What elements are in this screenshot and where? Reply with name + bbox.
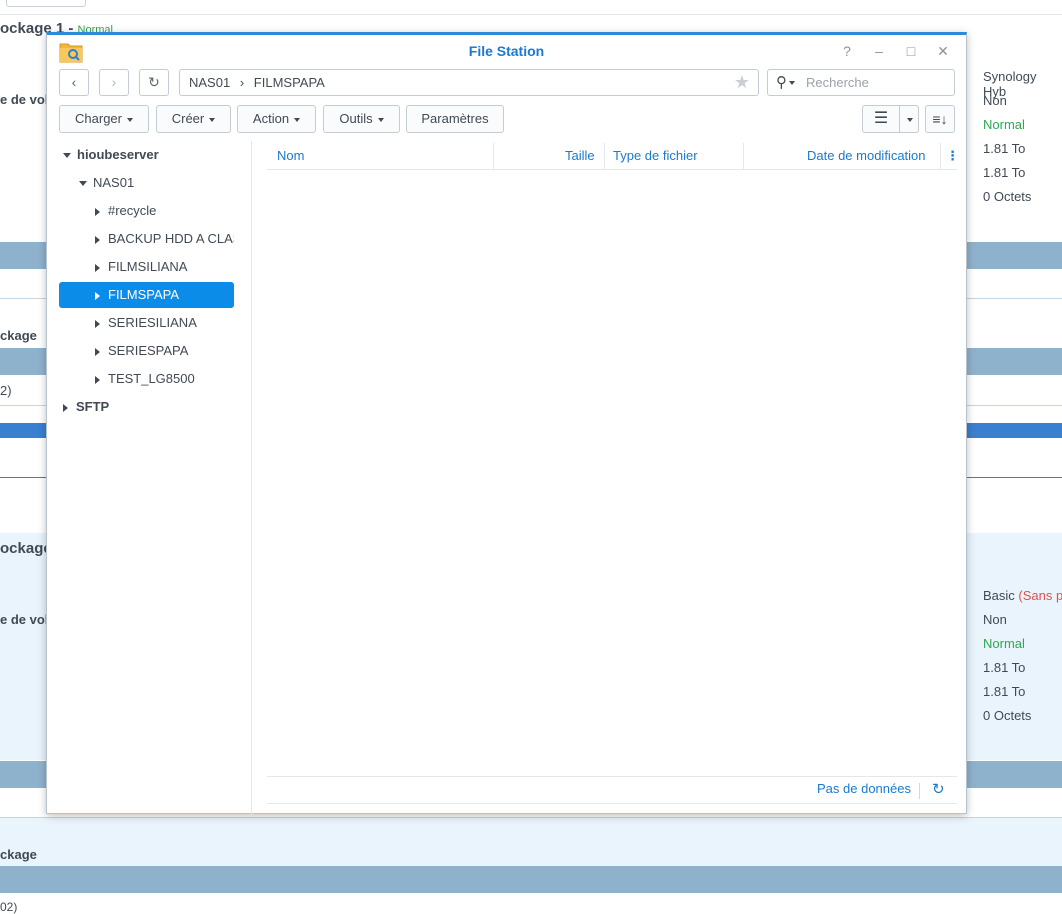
column-header-size[interactable]: Taille [565, 143, 595, 169]
refresh-icon[interactable]: ↻ [932, 780, 945, 798]
chevron-down-icon [377, 117, 384, 122]
pool1-value-used: 0 Octets [983, 189, 1032, 204]
footer-divider [267, 776, 957, 777]
search-input[interactable]: Recherche [806, 70, 869, 95]
background-row-label: ckage [0, 847, 37, 862]
pool2-value-1: Non [983, 612, 1007, 627]
chevron-down-icon [209, 117, 216, 122]
action-button[interactable]: Action [237, 105, 316, 133]
expand-right-icon[interactable] [95, 235, 100, 244]
help-icon[interactable]: ? [837, 41, 857, 61]
file-list-area[interactable] [267, 170, 957, 775]
expand-down-icon[interactable] [63, 153, 71, 159]
background-row-text: 2) [0, 383, 12, 398]
expand-right-icon[interactable] [95, 347, 100, 356]
storage-pool-2-title: ockage [0, 540, 52, 557]
path-separator: › [239, 75, 245, 90]
tree-folder-test-lg8500[interactable]: TEST_LG8500 [59, 366, 234, 392]
column-separator[interactable] [743, 143, 744, 169]
tree-folder-recycle[interactable]: #recycle [59, 198, 234, 224]
chevron-left-icon: ‹ [71, 74, 77, 90]
background-row-label: ckage [0, 328, 37, 343]
list-view-icon[interactable]: ☰ [863, 106, 899, 132]
chevron-down-icon [294, 117, 301, 122]
tools-button[interactable]: Outils [323, 105, 400, 133]
footer-separator [919, 783, 920, 799]
path-current[interactable]: FILMSPAPA [254, 75, 325, 90]
path-root[interactable]: NAS01 [189, 75, 230, 90]
tree-folder-filmsiliana[interactable]: FILMSILIANA [59, 254, 234, 280]
minimize-icon[interactable]: – [869, 41, 889, 61]
back-button[interactable]: ‹ [59, 69, 89, 96]
tree-folder-backup[interactable]: BACKUP HDD A CLASSER [59, 226, 234, 252]
refresh-button[interactable]: ↻ [139, 69, 169, 96]
column-header-modified[interactable]: Date de modification [807, 143, 926, 169]
search-icon[interactable]: ⚲ [776, 70, 795, 95]
column-separator[interactable] [493, 143, 494, 169]
upload-button[interactable]: Charger [59, 105, 149, 133]
background-row-text: 02) [0, 900, 18, 914]
expand-right-icon[interactable] [95, 291, 100, 300]
pool2-value-size: 1.81 To [983, 684, 1026, 699]
background-divider [0, 14, 1062, 15]
tree-server[interactable]: hioubeserver [63, 142, 238, 168]
pool2-value-capacity: 1.81 To [983, 660, 1026, 675]
background-panel [0, 818, 1062, 866]
tree-folder-filmspapa[interactable]: FILMSPAPA [59, 282, 234, 308]
search-box[interactable]: ⚲ Recherche [767, 69, 955, 96]
expand-down-icon[interactable] [79, 181, 87, 187]
volume-type-label: e de vol [0, 92, 49, 107]
pool1-value-status: Normal [983, 117, 1025, 132]
path-bar[interactable]: NAS01 › FILMSPAPA ★ [179, 69, 759, 96]
pool1-value-capacity: 1.81 To [983, 141, 1026, 156]
pool2-value-used: 0 Octets [983, 708, 1032, 723]
view-mode-button[interactable]: ☰ [862, 105, 919, 133]
expand-right-icon[interactable] [95, 375, 100, 384]
column-separator[interactable] [604, 143, 605, 169]
chevron-down-icon [126, 117, 133, 122]
pool1-value-size: 1.81 To [983, 165, 1026, 180]
forward-button[interactable]: › [99, 69, 129, 96]
tree-share-nas01[interactable]: NAS01 [79, 170, 254, 196]
close-icon[interactable]: ✕ [933, 41, 953, 61]
chevron-right-icon: › [111, 74, 117, 90]
tree-sftp[interactable]: SFTP [63, 394, 238, 420]
pool2-value-type: Basic (Sans p [983, 588, 1062, 603]
expand-right-icon[interactable] [95, 207, 100, 216]
background-section-bar [0, 866, 1062, 893]
tree-folder-seriespapa[interactable]: SERIESPAPA [59, 338, 234, 364]
column-header-name[interactable]: Nom [277, 143, 304, 169]
background-top-button[interactable] [6, 0, 86, 7]
expand-right-icon[interactable] [63, 403, 68, 412]
file-station-window: File Station ? – □ ✕ ‹ › ↻ NAS01 › FILMS… [46, 32, 967, 815]
window-titlebar[interactable]: File Station ? – □ ✕ [47, 35, 966, 68]
refresh-icon: ↻ [148, 74, 160, 90]
sort-button[interactable]: ≡↓ [925, 105, 955, 133]
column-options-icon[interactable]: ⋮ [946, 143, 959, 169]
column-header-type[interactable]: Type de fichier [613, 143, 698, 169]
tree-folder-seriesiliana[interactable]: SERIESILIANA [59, 310, 234, 336]
pool1-value-1: Non [983, 93, 1007, 108]
pane-splitter[interactable] [251, 141, 252, 815]
expand-right-icon[interactable] [95, 263, 100, 272]
chevron-down-icon[interactable] [900, 106, 919, 132]
maximize-icon[interactable]: □ [901, 41, 921, 61]
create-button[interactable]: Créer [156, 105, 231, 133]
list-status: Pas de données [817, 781, 911, 796]
footer-divider [267, 803, 957, 804]
expand-right-icon[interactable] [95, 319, 100, 328]
volume-type-label-2: e de vol [0, 612, 49, 627]
settings-button[interactable]: Paramètres [406, 105, 504, 133]
column-separator[interactable] [940, 143, 941, 169]
pool2-value-status: Normal [983, 636, 1025, 651]
star-icon[interactable]: ★ [734, 70, 750, 95]
sort-icon: ≡↓ [932, 111, 948, 127]
window-title: File Station [468, 43, 545, 59]
